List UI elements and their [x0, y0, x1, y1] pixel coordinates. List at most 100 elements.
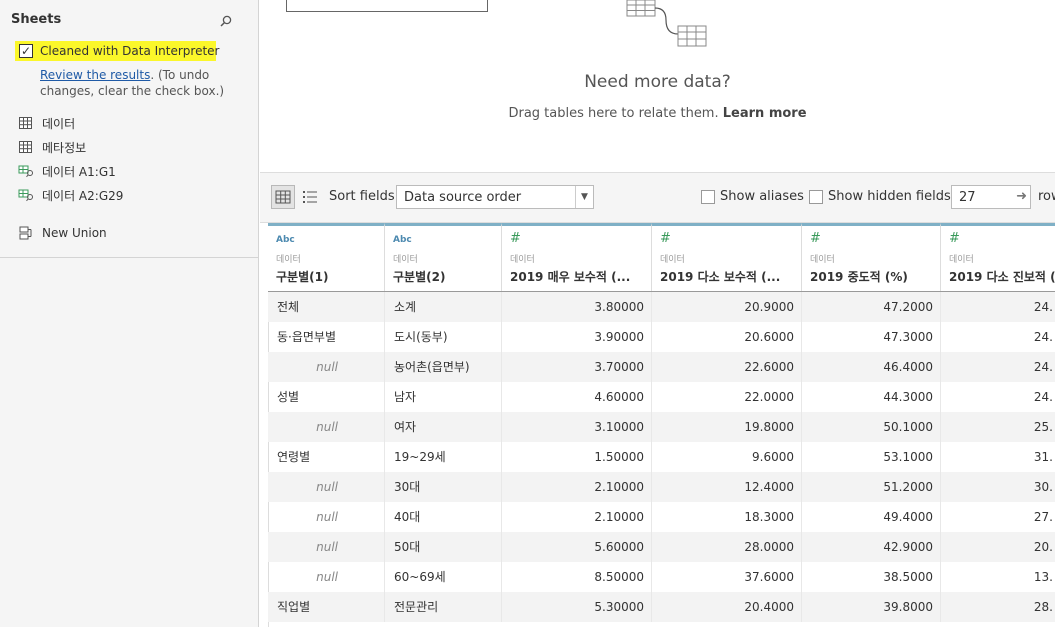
- table-cell: 18.3000: [652, 502, 802, 532]
- logical-table-box[interactable]: [286, 0, 488, 12]
- column-header[interactable]: # 데이터 2019 다소 진보적 (...: [941, 223, 1055, 291]
- column-name[interactable]: 구분별(1): [276, 268, 328, 285]
- column-source: 데이터: [510, 255, 535, 265]
- column-name[interactable]: 2019 다소 진보적 (...: [949, 268, 1055, 285]
- number-type-icon[interactable]: #: [510, 231, 521, 246]
- table-cell: 동·읍면부별: [268, 322, 385, 352]
- column-name[interactable]: 2019 중도적 (%): [810, 268, 908, 285]
- null-cell: null: [268, 502, 385, 532]
- table-cell: 성별: [268, 382, 385, 412]
- sort-fields-dropdown[interactable]: Data source order ▼: [396, 185, 594, 209]
- data-grid-toolbar: Sort fields Data source order ▼ Show ali…: [260, 172, 1055, 222]
- list-view-icon[interactable]: [302, 189, 318, 205]
- union-icon: [19, 226, 32, 240]
- null-cell: null: [268, 412, 385, 442]
- table-cell: 5.30000: [502, 592, 652, 622]
- table-cell: 38.5000: [802, 562, 941, 592]
- relate-tables-icon: [626, 0, 707, 47]
- table-cell: 도시(동부): [385, 322, 502, 352]
- grid-view-button[interactable]: [271, 185, 295, 209]
- null-cell: null: [268, 352, 385, 382]
- table-cell: 소계: [385, 292, 502, 322]
- table-row: 성별 남자 4.60000 22.0000 44.3000 24.: [268, 382, 1055, 412]
- table-cell: 3.80000: [502, 292, 652, 322]
- table-cell: 28.: [941, 592, 1055, 622]
- sheet-item-data-a1-g1[interactable]: 데이터 A1:G1: [18, 162, 116, 180]
- column-header[interactable]: # 데이터 2019 다소 보수적 (...: [652, 223, 802, 291]
- review-results-link[interactable]: Review the results: [40, 68, 150, 82]
- show-hidden-fields-label: Show hidden fields: [828, 189, 951, 204]
- number-type-icon[interactable]: #: [660, 231, 671, 246]
- string-type-icon[interactable]: Abc: [393, 235, 412, 245]
- table-row: 직업별 전문관리 5.30000 20.4000 39.8000 28.: [268, 592, 1055, 622]
- table-cell: 46.4000: [802, 352, 941, 382]
- table-cell: 연령별: [268, 442, 385, 472]
- new-union-item[interactable]: New Union: [18, 224, 107, 242]
- number-type-icon[interactable]: #: [949, 231, 960, 246]
- number-type-icon[interactable]: #: [810, 231, 821, 246]
- table-cell: 51.2000: [802, 472, 941, 502]
- column-source: 데이터: [810, 255, 835, 265]
- table-row: null 여자 3.10000 19.8000 50.1000 25.: [268, 412, 1055, 442]
- drag-tables-label: Drag tables here to relate them.: [508, 106, 719, 121]
- data-interpreter-note: Review the results. (To undo changes, cl…: [40, 67, 240, 99]
- table-cell: 전체: [268, 292, 385, 322]
- rows-label: row: [1038, 189, 1055, 204]
- table-cell: 3.70000: [502, 352, 652, 382]
- column-name[interactable]: 2019 매우 보수적 (...: [510, 268, 630, 285]
- chevron-down-icon: ▼: [575, 186, 593, 208]
- table-cell: 9.6000: [652, 442, 802, 472]
- data-interpreter-checkbox[interactable]: ✓: [19, 44, 33, 58]
- table-cell: 20.: [941, 532, 1055, 562]
- table-cell: 47.3000: [802, 322, 941, 352]
- table-cell: 3.90000: [502, 322, 652, 352]
- sheet-item-metadata[interactable]: 메타정보: [18, 138, 86, 156]
- show-hidden-fields-checkbox[interactable]: [809, 190, 823, 204]
- sheet-item-label: 메타정보: [42, 140, 87, 155]
- table-row: null 40대 2.10000 18.3000 49.4000 27.: [268, 502, 1055, 532]
- table-row: null 30대 2.10000 12.4000 51.2000 30.: [268, 472, 1055, 502]
- table-cell: 8.50000: [502, 562, 652, 592]
- table-row: 전체 소계 3.80000 20.9000 47.2000 24.: [268, 292, 1055, 322]
- table-cell: 60~69세: [385, 562, 502, 592]
- table-cell: 직업별: [268, 592, 385, 622]
- sheet-item-label: 데이터 A1:G1: [42, 164, 116, 179]
- column-name[interactable]: 2019 다소 보수적 (...: [660, 268, 780, 285]
- rows-count-input[interactable]: 27 ➜: [951, 185, 1031, 209]
- null-cell: null: [268, 532, 385, 562]
- sheets-title: Sheets: [11, 12, 62, 27]
- arrow-right-icon[interactable]: ➜: [1016, 189, 1027, 204]
- table-row: null 60~69세 8.50000 37.6000 38.5000 13.: [268, 562, 1055, 592]
- column-header[interactable]: Abc 데이터구분별(1): [268, 223, 385, 291]
- table-row: null 농어촌(읍면부) 3.70000 22.6000 46.4000 24.: [268, 352, 1055, 382]
- learn-more-link[interactable]: Learn more: [723, 106, 807, 121]
- column-source: 데이터: [276, 255, 301, 265]
- table-cell: 47.2000: [802, 292, 941, 322]
- column-name[interactable]: 구분별(2): [393, 268, 445, 285]
- table-cell: 31.: [941, 442, 1055, 472]
- data-interpreter-highlight: ✓ Cleaned with Data Interpreter: [15, 41, 219, 61]
- table-cell: 3.10000: [502, 412, 652, 442]
- column-header[interactable]: # 데이터 2019 매우 보수적 (...: [502, 223, 652, 291]
- string-type-icon[interactable]: Abc: [276, 235, 295, 245]
- sort-fields-value: Data source order: [404, 190, 522, 205]
- table-cell: 28.0000: [652, 532, 802, 562]
- sheet-item-label: 데이터: [42, 116, 76, 131]
- table-cell: 37.6000: [652, 562, 802, 592]
- table-cell: 44.3000: [802, 382, 941, 412]
- sidebar-divider: [0, 257, 259, 258]
- sheet-item-data-a2-g29[interactable]: 데이터 A2:G29: [18, 186, 123, 204]
- table-cell: 30대: [385, 472, 502, 502]
- table-row: 동·읍면부별 도시(동부) 3.90000 20.6000 47.3000 24.: [268, 322, 1055, 352]
- sheet-item-data[interactable]: 데이터: [18, 114, 75, 132]
- table-cell: 농어촌(읍면부): [385, 352, 502, 382]
- relationship-canvas[interactable]: Need more data? Drag tables here to rela…: [260, 0, 1055, 172]
- column-header[interactable]: Abc 데이터 구분별(2): [385, 223, 502, 291]
- sheet-item-label: 데이터 A2:G29: [42, 188, 124, 203]
- search-icon[interactable]: [219, 14, 233, 28]
- null-cell: null: [268, 562, 385, 592]
- column-header[interactable]: # 데이터 2019 중도적 (%): [802, 223, 941, 291]
- table-cell: 40대: [385, 502, 502, 532]
- show-aliases-checkbox[interactable]: [701, 190, 715, 204]
- data-grid[interactable]: Abc 데이터 구분별(1) Abc 데이터 구분별(2) # 데이터 2019 매우 보수적 …: [260, 222, 1055, 627]
